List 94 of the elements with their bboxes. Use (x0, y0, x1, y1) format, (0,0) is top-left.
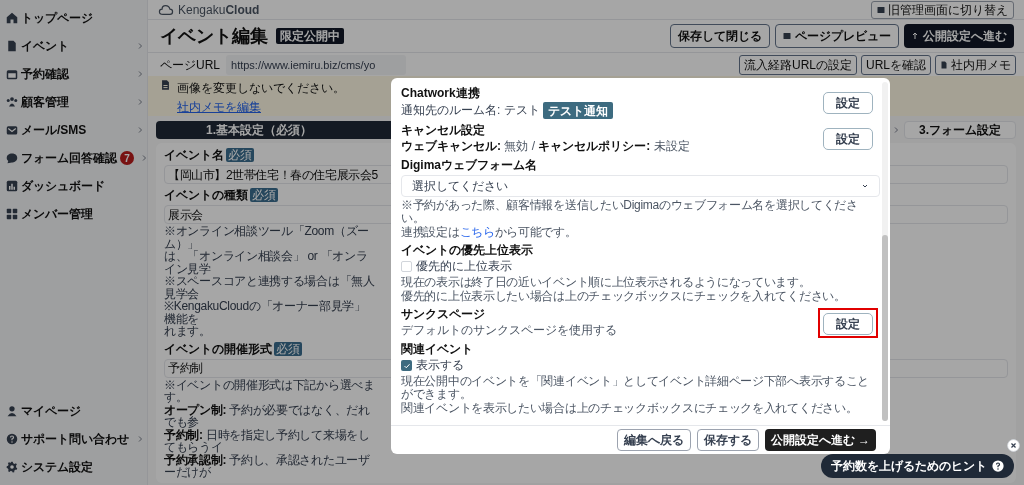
sidebar-item[interactable]: メンバー管理 (0, 200, 147, 228)
check-icon (402, 361, 411, 370)
test-notify-button[interactable]: テスト通知 (542, 102, 613, 119)
sidebar-item[interactable]: ダッシュボード (0, 172, 147, 200)
notification-badge: 7 (120, 151, 134, 165)
help-text: ※KengakuCloudの「オーナー部見学」機能を (164, 300, 367, 325)
required-badge: 必須 (226, 148, 254, 162)
person-icon (6, 405, 18, 417)
settings-icon (6, 461, 18, 473)
memo-button[interactable]: 社内用メモ (935, 54, 1016, 75)
close-icon[interactable] (1007, 439, 1020, 452)
chart-icon (6, 180, 18, 192)
help-text: ※スペースコアと連携する場合は「無人見学会 (164, 275, 376, 300)
section-title: Chatwork連携 (401, 86, 481, 101)
arrow-up-icon (911, 32, 919, 40)
settings-button[interactable]: 設定 (823, 91, 873, 114)
section-title: 関連イベント (401, 342, 474, 357)
logo-text: KengakuCloud (178, 1, 260, 19)
dialog-button[interactable]: 編集へ戻る (616, 429, 691, 451)
help-text: 関連イベントを表示したい場合は上のチェックボックスにチェックを入れてください。 (401, 402, 859, 415)
help-text: ※イベントの開催形式は下記から選べます。 (164, 378, 376, 404)
sidebar-item[interactable]: システム設定 (0, 453, 147, 481)
help-text: 優先的に上位表示したい場合は上のチェックボックスにチェックを入れてください。 (401, 290, 847, 303)
checkbox-option[interactable]: 優先的に上位表示 (401, 259, 512, 274)
checkbox[interactable] (401, 261, 412, 272)
window-icon (783, 32, 791, 40)
publish-button[interactable]: 公開設定へ進む → (764, 429, 876, 451)
section-title: キャンセル設定 (401, 123, 486, 138)
memo-edit-link[interactable]: 社内メモを編集 (177, 98, 261, 116)
sidebar-item[interactable]: フォーム回答確認 7 (0, 144, 147, 172)
section-title: Digimaウェブフォーム名 (401, 158, 538, 173)
document-icon (6, 40, 18, 52)
section-text: デフォルトのサンクスページを使用する (401, 323, 617, 338)
home-icon (6, 12, 18, 24)
help-text: 予約制: 日時を指定し予約して来場をしてもらうイ (164, 428, 371, 454)
checkbox-option[interactable]: 表示する (401, 358, 464, 373)
url-button[interactable]: 流入経路URLの設定 (738, 54, 857, 75)
help-text: ※オンライン相談ツール「Zoom（ズーム）」 (164, 225, 370, 250)
help-text: は、「オンライン相談会」 or 「オンライン見学 (164, 250, 368, 275)
required-badge: 必須 (250, 188, 278, 202)
calendar-icon (6, 68, 18, 80)
settings-link[interactable]: こちら (459, 225, 495, 239)
checkbox[interactable] (401, 360, 412, 371)
preview-button[interactable]: ページプレビュー (775, 24, 899, 48)
select-field[interactable]: 選択してください (401, 175, 880, 197)
caret-icon (861, 182, 869, 190)
people-icon (6, 96, 18, 108)
publish-button[interactable]: 公開設定へ進む (904, 24, 1014, 48)
help-text: れます。 (164, 325, 212, 338)
sidebar-item[interactable]: トップページ (0, 4, 147, 32)
section-title: サンクスページ (401, 307, 486, 322)
switch-button[interactable]: 旧管理画面に切り替え (871, 0, 1014, 19)
sidebar-item[interactable]: イベント (0, 32, 147, 60)
section-text: ウェブキャンセル: 無効 / キャンセルポリシー: 未設定 (401, 139, 690, 154)
sidebar-item[interactable]: 顧客管理 (0, 88, 147, 116)
help-text: 現在の表示は終了日の近いイベント順に上位表示されるようになっています。 (401, 276, 812, 289)
cloud-icon (158, 2, 174, 17)
scrollbar[interactable] (882, 82, 888, 421)
page-title: イベント編集 (160, 24, 268, 48)
sidebar-item[interactable]: 予約確認 (0, 60, 147, 88)
sidebar-item[interactable]: メール/SMS (0, 116, 147, 144)
memo-text: 画像を変更しないでください。 (177, 80, 345, 97)
document-icon (940, 60, 948, 69)
status-badge: 限定公開中 (276, 28, 344, 44)
help-text: ※予約があった際、顧客情報を送信したいDigimaのウェブフォーム名を選択してください。 (401, 199, 859, 225)
section-text: 通知先のルーム名: テスト (401, 103, 540, 118)
dialog-button[interactable]: 保存する (696, 429, 759, 451)
settings-button[interactable]: 設定 (823, 312, 873, 335)
settings-button[interactable]: 設定 (823, 127, 873, 150)
help-icon (992, 460, 1004, 472)
sidebar-item[interactable]: マイページ (0, 397, 147, 425)
chevron-right-icon (892, 126, 900, 134)
url-field[interactable]: https://www.iemiru.biz/cms/yo (226, 54, 406, 75)
url-button[interactable]: URLを確認 (861, 54, 931, 75)
help-text: 現在公開中のイベントを「関連イベント」としてイベント詳細ページ下部へ表示することができます。 (401, 375, 870, 401)
grid-icon (6, 208, 18, 220)
help-text: 連携設定はこちらから可能です。 (401, 226, 578, 239)
save-close-button[interactable]: 保存して閉じる (670, 24, 770, 48)
url-label: ページURL (160, 56, 220, 74)
sidebar-item[interactable]: サポート問い合わせ (0, 425, 147, 453)
hint-button[interactable]: 予約数を上げるためのヒント (821, 454, 1014, 478)
help-text: 予約承認制: 予約し、承認されたユーザーだけが (164, 453, 371, 479)
help-icon (6, 433, 18, 445)
help-text: オープン制: 予約が必要ではなく、だれでも参 (164, 403, 371, 429)
step-tab[interactable]: 3.フォーム設定 (904, 121, 1016, 139)
required-badge: 必須 (274, 341, 302, 356)
field-label: イベントの種類 (164, 187, 248, 204)
field-label: イベント名 (164, 147, 224, 164)
window-icon (877, 5, 885, 14)
mail-icon (6, 124, 18, 136)
section-title: イベントの優先上位表示 (401, 243, 534, 258)
field-label: イベントの開催形式 (164, 340, 272, 358)
document-icon (160, 79, 171, 91)
chat-icon (6, 152, 18, 164)
